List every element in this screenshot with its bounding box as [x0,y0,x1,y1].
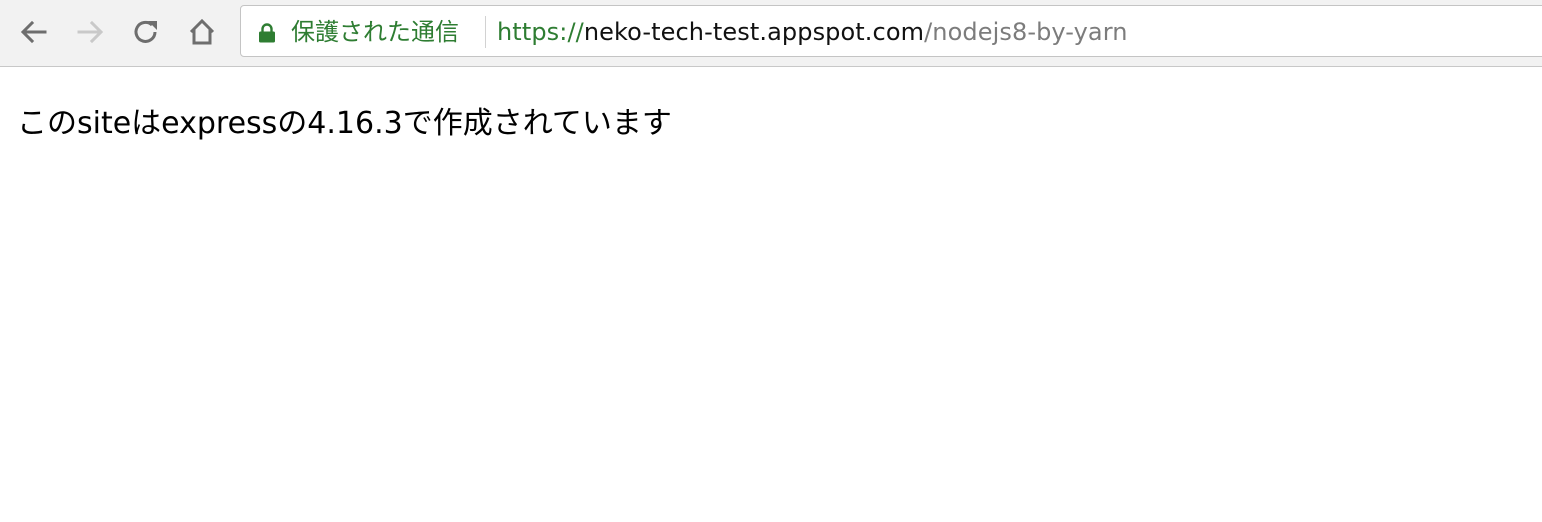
page-message: このsiteはexpressの4.16.3で作成されています [17,106,672,141]
reload-button[interactable] [126,12,166,52]
url-host: neko-tech-test.appspot.com [583,18,925,46]
security-indicator-label[interactable]: 保護された通信 [291,17,459,47]
home-icon [189,18,215,45]
address-bar[interactable]: 保護された通信 https://neko-tech-test.appspot.c… [240,5,1542,57]
forward-button[interactable] [70,12,110,52]
arrow-left-icon [20,20,47,44]
home-button[interactable] [182,12,222,52]
back-button[interactable] [14,12,54,52]
lock-icon[interactable] [258,23,276,43]
url-text[interactable]: https://neko-tech-test.appspot.com/nodej… [497,17,1128,47]
omnibox-divider [485,16,486,48]
url-path: /nodejs8-by-yarn [924,18,1128,46]
browser-toolbar: 保護された通信 https://neko-tech-test.appspot.c… [0,0,1542,67]
arrow-right-icon [77,20,104,44]
url-scheme: https:// [497,18,584,46]
reload-icon [134,20,157,43]
